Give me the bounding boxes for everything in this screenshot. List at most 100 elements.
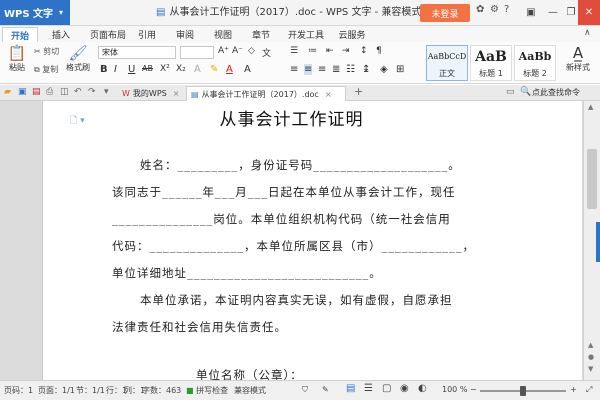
save-icon[interactable]: ▣ — [18, 87, 27, 97]
cut-button[interactable]: ✂ 剪切 — [34, 46, 59, 57]
sort-icon[interactable]: ↕ — [360, 46, 368, 56]
eye-protect-icon[interactable]: ◐ — [418, 383, 427, 394]
scroll-up-icon[interactable]: ▲ — [588, 103, 593, 111]
redo-icon[interactable]: ↷ — [88, 87, 96, 97]
tab-insert[interactable]: 插入 — [46, 27, 76, 42]
close-tab-icon[interactable]: × — [325, 90, 332, 99]
document-area[interactable]: 🗋 ▾ 从事会计工作证明 姓名：_________，身份证号码_________… — [0, 101, 583, 380]
page-view-icon[interactable]: ▤ — [346, 383, 355, 394]
status-mode: 兼容模式 — [234, 386, 266, 395]
print-icon[interactable]: ⎙ — [46, 87, 53, 97]
scroll-thumb[interactable] — [587, 149, 597, 209]
fit-window-icon[interactable]: ⤢ — [586, 385, 592, 395]
subscript-icon[interactable]: X₂ — [176, 64, 186, 74]
font-color-icon[interactable]: A — [226, 64, 233, 75]
borders-icon[interactable]: ⊞ — [396, 64, 404, 75]
status-bar: 页码：1 页面：1/1 节：1/1 行：1 列：1 字数：463 ■ 拼写检查 … — [0, 380, 600, 400]
bullet-list-icon[interactable]: ☰ — [290, 46, 298, 56]
tab-page-layout[interactable]: 页面布局 — [84, 27, 132, 42]
bold-icon[interactable]: B — [100, 64, 108, 75]
find-command-input[interactable]: 点此查找命令 — [532, 87, 580, 98]
tab-references[interactable]: 引用 — [132, 27, 162, 42]
tab-cloud[interactable]: 云服务 — [332, 27, 372, 42]
chevron-up-icon[interactable]: ∧ — [584, 28, 591, 38]
style-normal[interactable]: AaBbCcD 正文 — [426, 45, 468, 81]
ribbon-toggle-icon[interactable]: ▣ — [520, 0, 542, 25]
app-name: WPS 文字 — [4, 9, 54, 20]
tab-home[interactable]: 开始 — [2, 27, 38, 42]
reading-view-icon[interactable]: ▢ — [382, 383, 391, 394]
document-icon: ▤ — [191, 89, 199, 99]
tab-section[interactable]: 章节 — [246, 27, 276, 42]
status-pages: 页面：1/1 — [38, 386, 75, 395]
select-browse-icon[interactable]: ● — [588, 353, 594, 361]
shading-icon[interactable]: ◈ — [380, 64, 388, 75]
line-spacing-icon[interactable]: ↨ — [362, 64, 370, 75]
numbered-list-icon[interactable]: ≔ — [308, 46, 317, 56]
char-border-icon[interactable]: A — [244, 64, 251, 75]
underline-icon[interactable]: U — [128, 64, 135, 75]
status-page-number[interactable]: 页码：1 — [4, 385, 33, 396]
paste-icon: 📋 — [7, 44, 27, 62]
preview-icon[interactable]: ◫ — [60, 87, 69, 97]
paragraph-mark-icon[interactable]: ¶ — [376, 46, 382, 56]
protect-icon[interactable]: ⛉ — [302, 385, 308, 395]
chevron-down-icon[interactable]: ▾ — [104, 87, 109, 97]
justify-icon[interactable]: ≣ — [332, 64, 340, 75]
status-spell-check[interactable]: ■ 拼写检查 — [186, 385, 228, 396]
tab-my-wps[interactable]: W 我的WPS × — [118, 86, 184, 101]
font-name-select[interactable]: 宋体 — [98, 46, 176, 59]
copy-button[interactable]: ⧉ 复制 — [34, 64, 58, 75]
tab-developer[interactable]: 开发工具 — [284, 27, 328, 42]
grow-font-icon[interactable]: A⁺ — [218, 46, 229, 56]
style-heading-2[interactable]: AaBb 标题 2 — [514, 45, 556, 81]
style-heading-1[interactable]: AaB 标题 1 — [470, 45, 512, 81]
outline-view-icon[interactable]: ☰ — [364, 383, 373, 394]
new-style-button[interactable]: A̲ 新样式 — [560, 44, 596, 73]
shrink-font-icon[interactable]: A⁻ — [232, 46, 243, 56]
undo-icon[interactable]: ↶ — [74, 87, 82, 97]
tab-view[interactable]: 视图 — [208, 27, 238, 42]
open-icon[interactable]: ▰ — [4, 87, 11, 97]
brush-icon: 🖌 — [68, 44, 88, 62]
paste-button[interactable]: 📋 粘贴 — [2, 44, 32, 73]
close-icon[interactable]: ✕ — [578, 0, 600, 25]
font-size-select[interactable] — [180, 46, 214, 59]
italic-icon[interactable]: I — [114, 64, 117, 75]
align-center-icon[interactable]: ≡ — [304, 64, 313, 75]
phonetic-icon[interactable]: 文 — [262, 46, 271, 59]
revision-icon[interactable]: ✎ — [322, 385, 329, 394]
side-panel-toggle[interactable] — [596, 222, 600, 262]
align-left-icon[interactable]: ≡ — [290, 64, 298, 75]
zoom-slider-handle[interactable] — [520, 386, 526, 396]
zoom-in-icon[interactable]: + — [570, 385, 577, 394]
tab-list-icon[interactable]: ▭ — [506, 87, 515, 97]
superscript-icon[interactable]: X² — [160, 64, 170, 74]
text-effect-icon[interactable]: A — [194, 64, 201, 75]
distribute-icon[interactable]: ☷ — [346, 64, 355, 75]
export-pdf-icon[interactable]: ▤ — [32, 87, 41, 97]
web-view-icon[interactable]: ◉ — [400, 383, 409, 394]
help-icon[interactable]: ? — [504, 4, 509, 15]
settings-icon[interactable]: ⚙ — [490, 4, 499, 15]
highlight-icon[interactable]: ✎ — [210, 64, 218, 75]
increase-indent-icon[interactable]: ⇥ — [342, 46, 350, 56]
format-painter-button[interactable]: 🖌 格式刷 — [62, 44, 94, 73]
tab-review[interactable]: 审阅 — [170, 27, 200, 42]
app-menu-button[interactable]: WPS 文字 ▾ — [0, 0, 70, 25]
tab-document[interactable]: ▤ 从事会计工作证明（2017）.doc × — [186, 86, 346, 101]
status-word-count[interactable]: 字数：463 — [142, 385, 181, 396]
align-right-icon[interactable]: ≡ — [318, 64, 326, 75]
strikethrough-icon[interactable]: AB — [142, 64, 153, 73]
new-tab-button[interactable]: + — [354, 85, 363, 98]
clear-format-icon[interactable]: ◇ — [248, 46, 255, 56]
search-icon[interactable]: 🔍 — [520, 87, 531, 97]
zoom-level[interactable]: 100 % — [442, 385, 467, 394]
skin-icon[interactable]: ✿ — [476, 4, 484, 15]
decrease-indent-icon[interactable]: ⇤ — [326, 46, 334, 56]
next-page-icon[interactable]: ▼ — [588, 365, 593, 373]
login-button[interactable]: 未登录 — [420, 4, 470, 22]
close-tab-icon[interactable]: × — [173, 89, 180, 98]
zoom-out-icon[interactable]: − — [470, 385, 477, 394]
prev-page-icon[interactable]: ▲ — [588, 341, 593, 349]
